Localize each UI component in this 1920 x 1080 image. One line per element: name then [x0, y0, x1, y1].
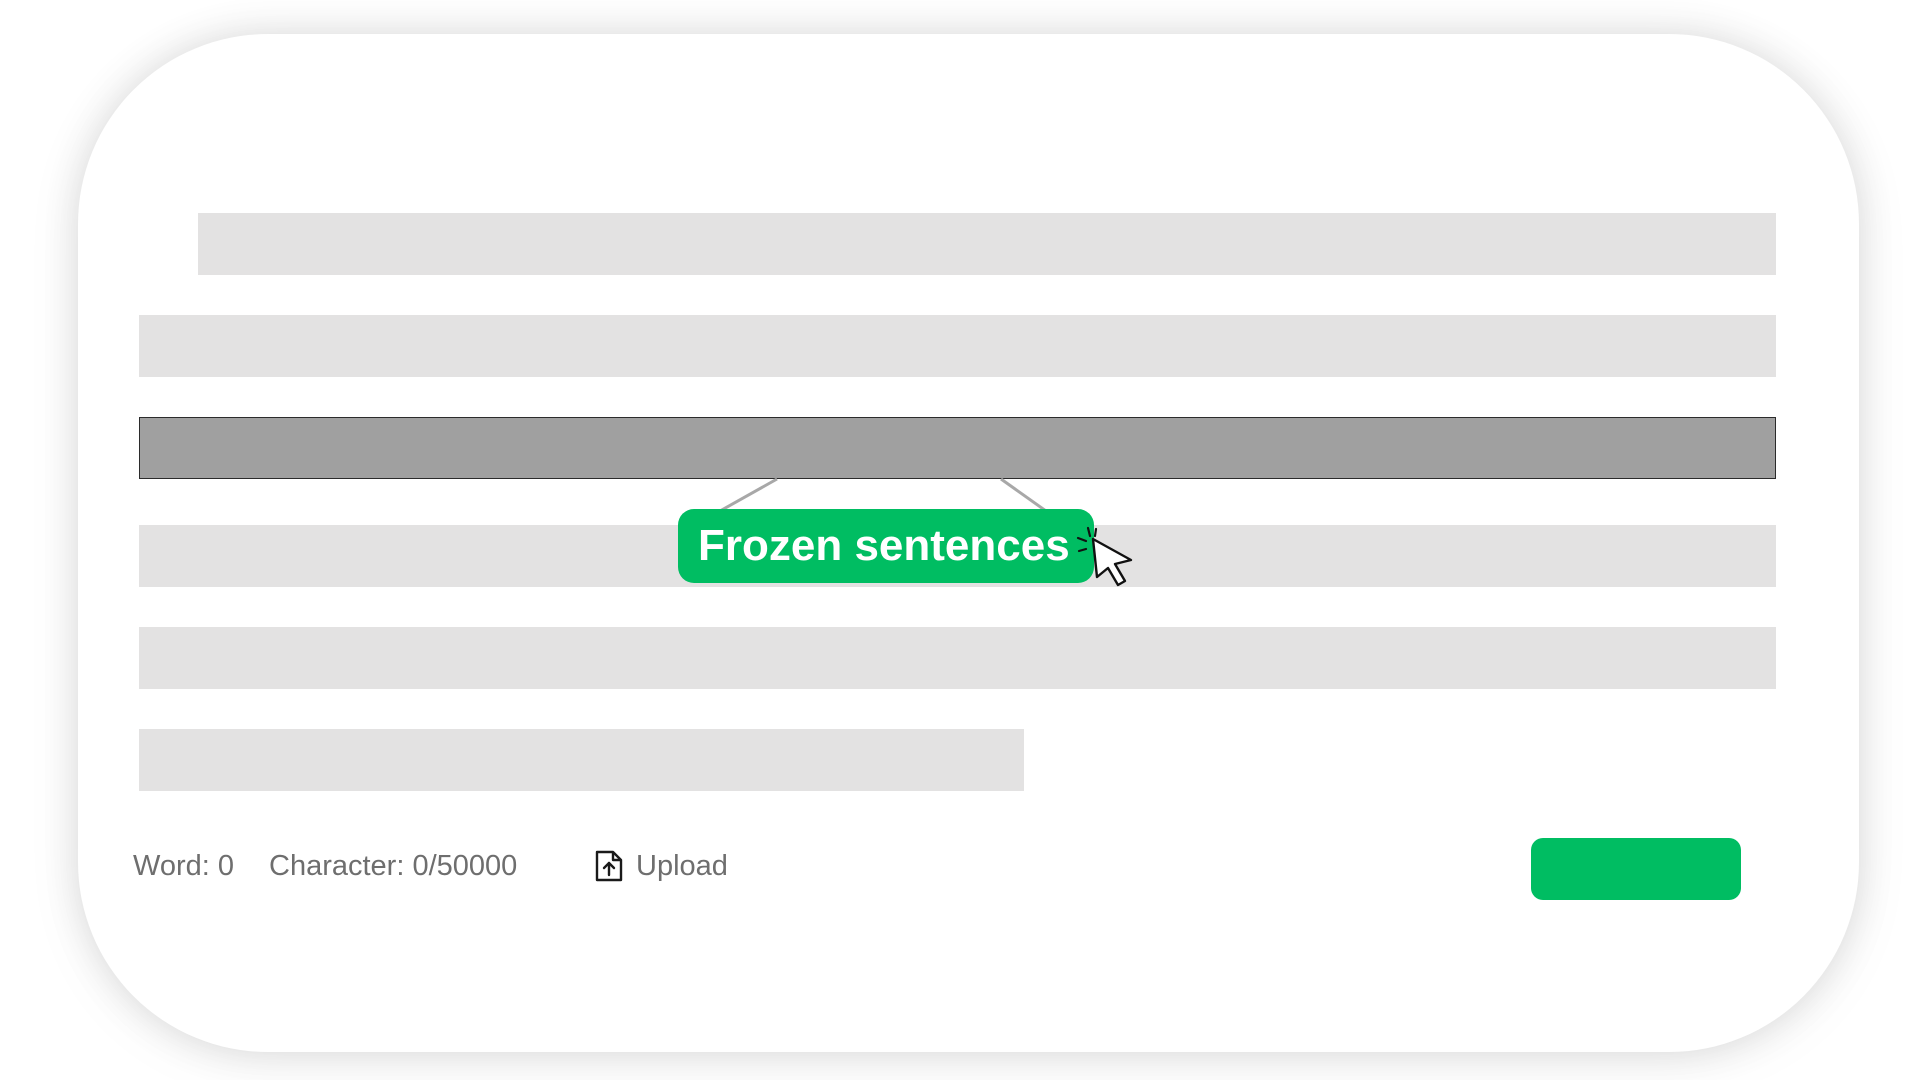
frozen-sentences-tooltip: Frozen sentences: [678, 509, 1094, 583]
stage: Frozen sentences Word: 0 Character: 0/50…: [0, 0, 1920, 1080]
tooltip-label: Frozen sentences: [698, 521, 1070, 570]
text-line-placeholder[interactable]: [198, 213, 1776, 275]
submit-button[interactable]: [1531, 838, 1741, 900]
word-count: Word: 0: [133, 850, 235, 882]
upload-button[interactable]: Upload: [594, 848, 728, 884]
text-line-placeholder[interactable]: [139, 627, 1776, 689]
upload-label: Upload: [636, 850, 728, 882]
upload-file-icon: [595, 850, 623, 882]
character-count: Character: 0/50000: [269, 850, 518, 882]
text-line-placeholder[interactable]: [139, 729, 1024, 791]
text-line-placeholder[interactable]: [139, 315, 1776, 377]
mouse-cursor-icon: [1076, 526, 1133, 587]
text-line-frozen[interactable]: [139, 417, 1776, 479]
